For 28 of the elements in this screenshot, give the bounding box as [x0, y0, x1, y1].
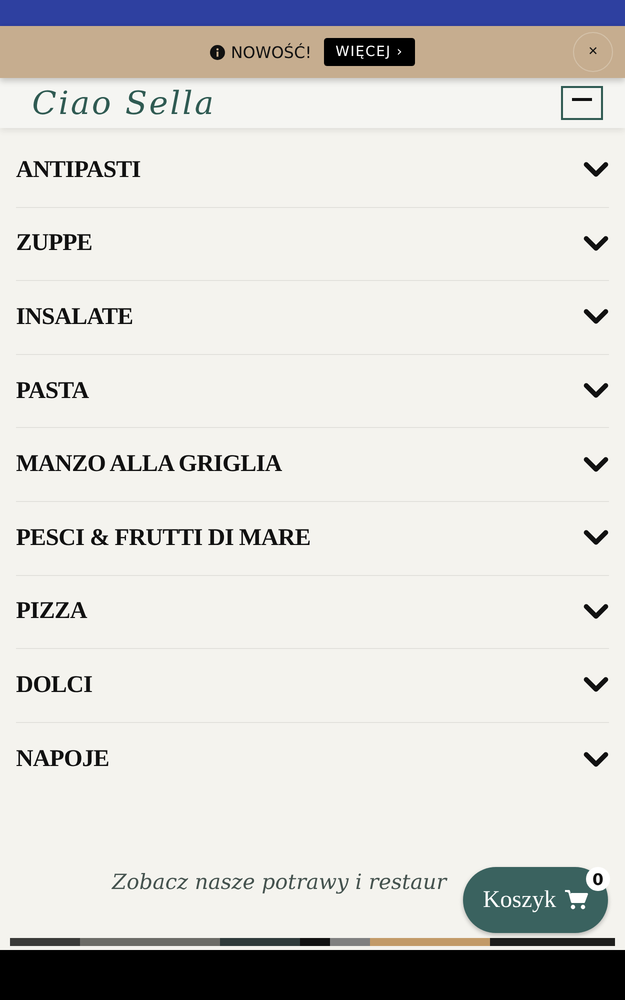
chevron-icon	[583, 234, 609, 253]
accordion-item[interactable]: PESCI & FRUTTI DI MARE	[16, 502, 609, 576]
chevron-icon	[583, 308, 609, 326]
chevron-icon	[583, 161, 609, 180]
cart-count-badge: 0	[586, 867, 610, 891]
section-heading: Zobacz nasze potrawy i restaur	[112, 870, 446, 894]
accordion-item[interactable]: ANTIPASTI	[16, 134, 609, 208]
accordion-item[interactable]: NAPOJE	[16, 722, 609, 796]
chevron-icon	[583, 602, 609, 621]
chevron-icon	[583, 382, 609, 400]
chevron-icon	[583, 529, 609, 548]
cart-icon	[564, 889, 588, 911]
chevron-icon	[583, 676, 609, 694]
logo[interactable]: Ciao Sella	[32, 84, 216, 122]
accordion-item[interactable]: INSALATE	[16, 281, 609, 355]
info-icon	[210, 44, 225, 60]
menu-button[interactable]	[561, 86, 603, 120]
accordion-item[interactable]: PASTA	[16, 354, 609, 428]
close-button[interactable]: ×	[573, 32, 613, 72]
accordion-item[interactable]: PIZZA	[16, 576, 609, 650]
more-button[interactable]: WIĘCEJ ›	[324, 38, 416, 66]
chevron-icon	[583, 750, 609, 769]
accordion-item[interactable]: DOLCI	[16, 649, 609, 723]
cart-button[interactable]: Koszyk 0	[463, 867, 608, 933]
chevron-icon	[583, 456, 609, 474]
accordion-item[interactable]: MANZO ALLA GRIGLIA	[16, 428, 609, 502]
accordion-item[interactable]: ZUPPE	[16, 208, 609, 282]
announcement-text: NOWOŚĆ!	[230, 42, 312, 62]
